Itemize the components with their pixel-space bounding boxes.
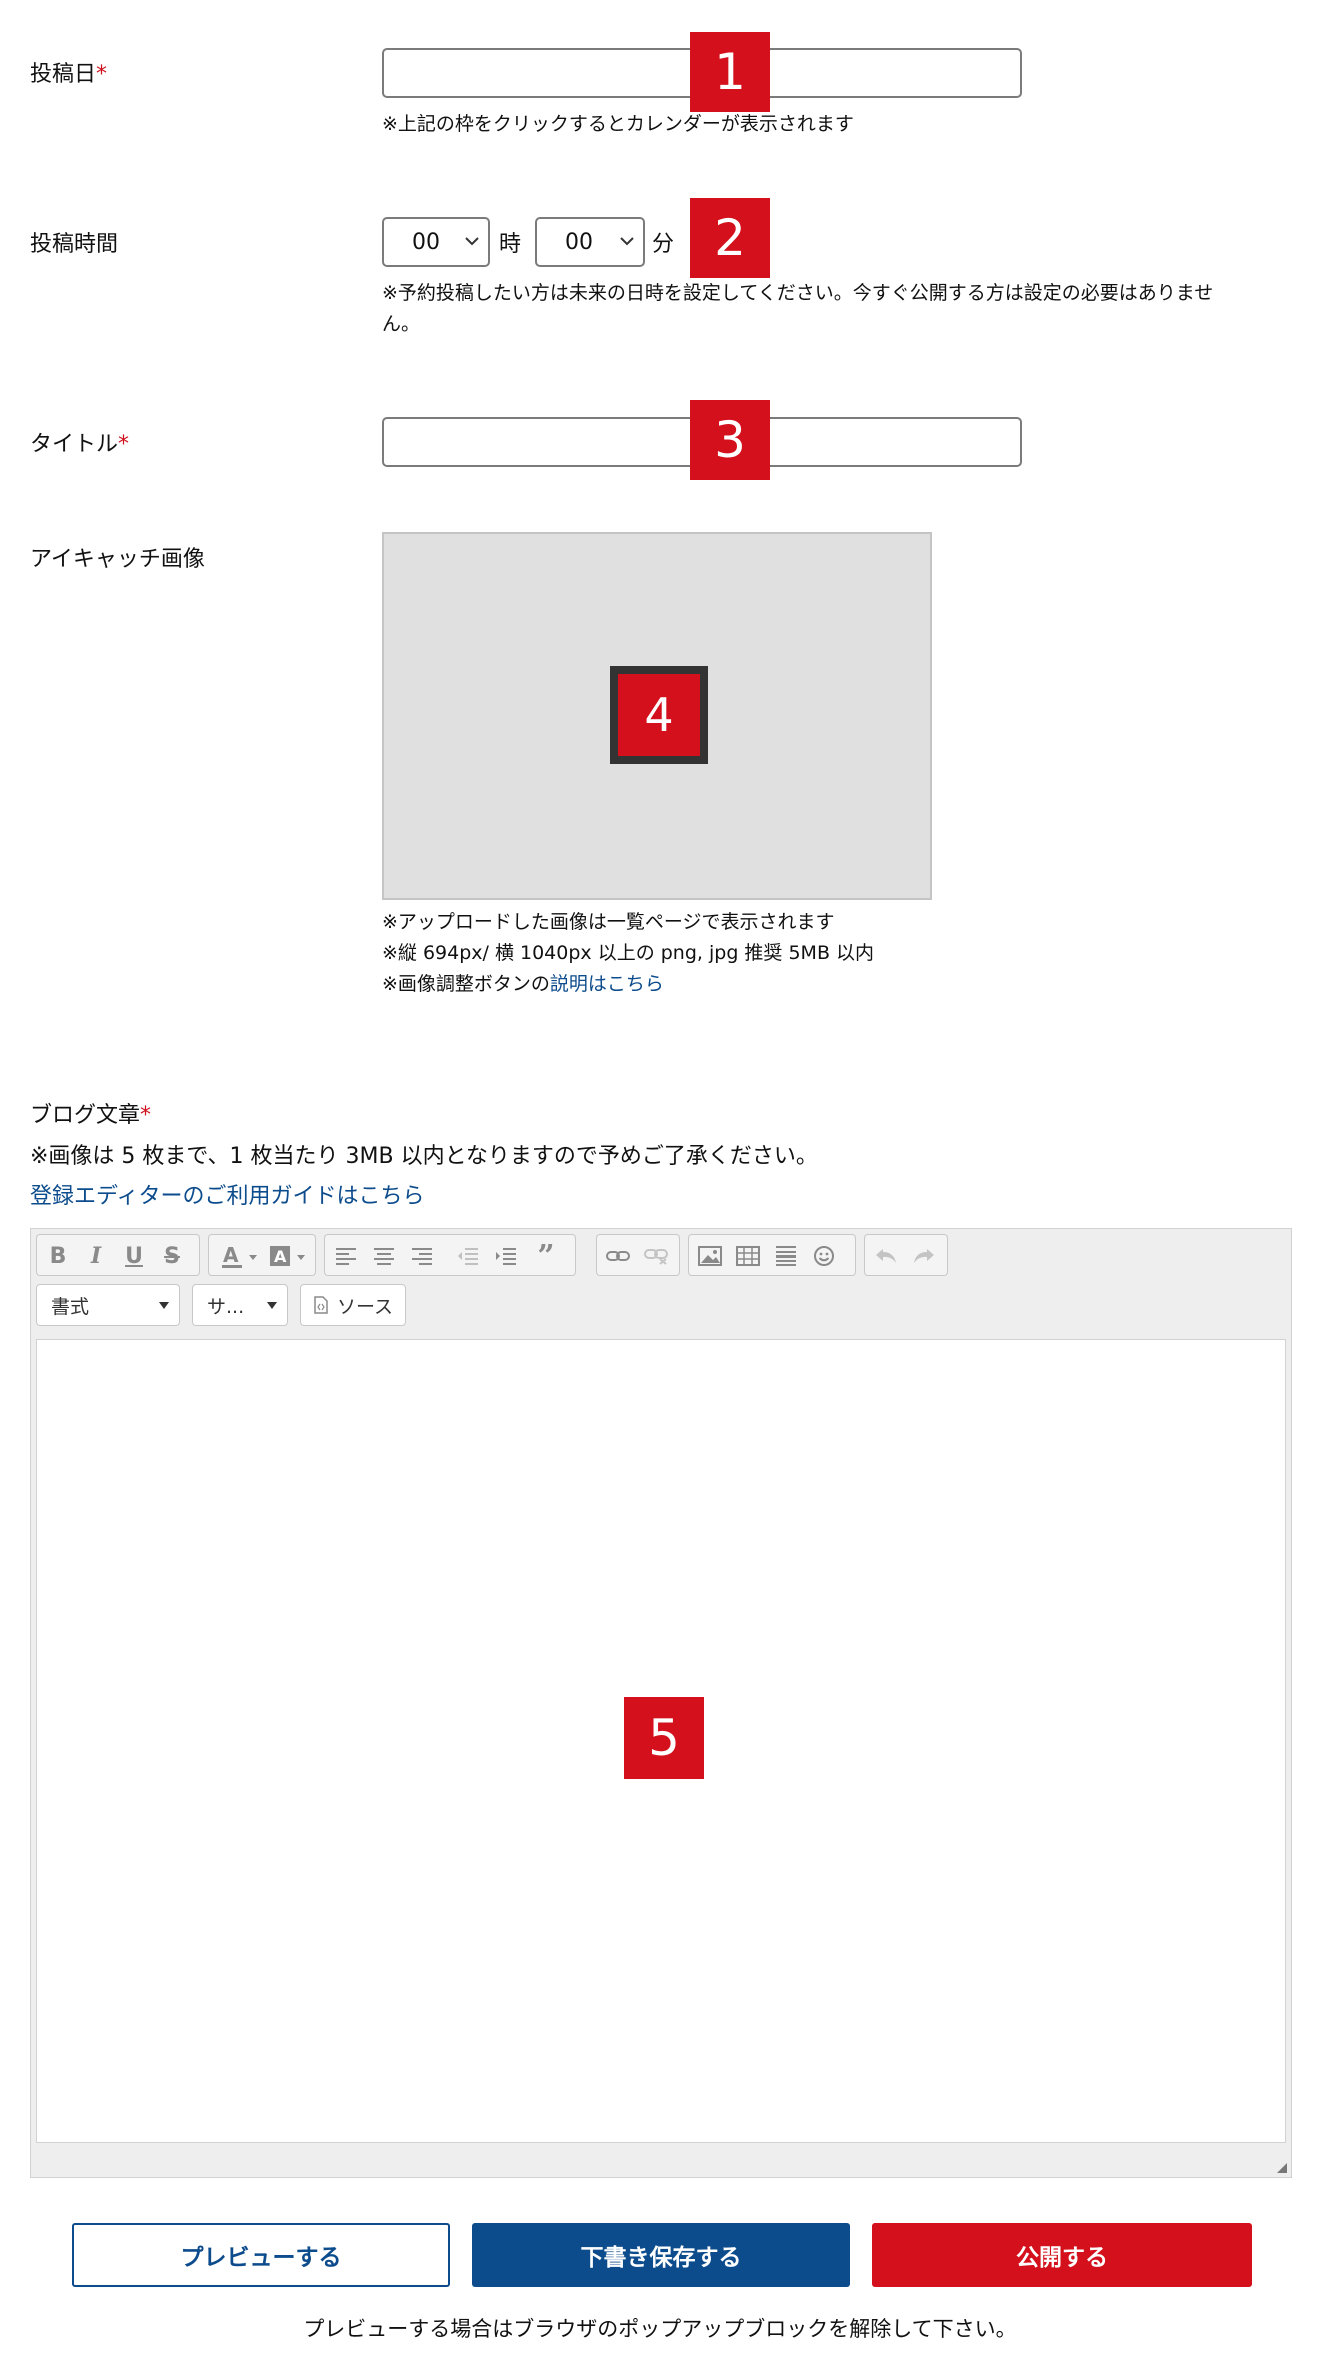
align-center-icon[interactable] xyxy=(369,1241,399,1271)
dropdown-arrow-icon xyxy=(159,1302,169,1309)
format-combo[interactable]: 書式 xyxy=(36,1284,180,1326)
eyecatch-upload-area[interactable]: 4 xyxy=(382,532,932,900)
editor-toolbar: B I U S A A ” xyxy=(36,1234,1286,1276)
marker-badge-4: 4 xyxy=(618,674,700,756)
popup-block-note: プレビューする場合はブラウザのポップアップブロックを解除して下さい。 xyxy=(303,2317,1017,2341)
chevron-down-icon xyxy=(465,237,479,246)
size-combo[interactable]: サ... xyxy=(192,1284,288,1326)
redo-icon[interactable] xyxy=(909,1241,939,1271)
link-icon[interactable] xyxy=(603,1241,633,1271)
eyecatch-note-1: ※アップロードした画像は一覧ページで表示されます xyxy=(382,911,835,933)
hour-unit: 時 xyxy=(499,232,522,257)
dropdown-arrow-icon xyxy=(267,1302,277,1309)
marker-badge-5: 5 xyxy=(624,1697,704,1779)
toolbar-group-basic: B I U S xyxy=(36,1234,200,1276)
italic-icon[interactable]: I xyxy=(81,1241,111,1271)
text-color-icon[interactable]: A xyxy=(217,1241,261,1271)
table-icon[interactable] xyxy=(733,1241,763,1271)
svg-text:A: A xyxy=(223,1243,239,1267)
image-icon[interactable] xyxy=(695,1241,725,1271)
align-left-icon[interactable] xyxy=(331,1241,361,1271)
marker-badge-2: 2 xyxy=(690,198,770,278)
body-label: ブログ文章* xyxy=(30,1103,152,1128)
source-label: ソース xyxy=(337,1295,394,1318)
indent-icon[interactable] xyxy=(491,1241,521,1271)
post-date-note: ※上記の枠をクリックするとカレンダーが表示されます xyxy=(382,113,854,135)
toolbar-group-paragraph: ” xyxy=(324,1234,576,1276)
save-draft-button[interactable]: 下書き保存する xyxy=(472,2223,850,2287)
image-adjust-help-link[interactable]: 説明はこちら xyxy=(550,973,664,995)
hour-select[interactable]: 00 xyxy=(382,217,490,267)
toolbar-group-color: A A xyxy=(208,1234,316,1276)
align-right-icon[interactable] xyxy=(407,1241,437,1271)
toolbar-group-history xyxy=(864,1234,948,1276)
svg-text:A: A xyxy=(274,1247,287,1266)
title-label: タイトル* xyxy=(30,432,130,457)
body-note: ※画像は 5 枚まで、1 枚当たり 3MB 以内となりますので予めご了承ください… xyxy=(30,1144,818,1169)
toolbar-group-links xyxy=(596,1234,680,1276)
blockquote-icon[interactable]: ” xyxy=(531,1239,561,1274)
editor-content-area[interactable]: 5 xyxy=(36,1339,1286,2143)
publish-button[interactable]: 公開する xyxy=(872,2223,1252,2287)
post-date-label: 投稿日* xyxy=(30,62,108,87)
strike-icon[interactable]: S xyxy=(157,1241,187,1271)
bold-icon[interactable]: B xyxy=(43,1241,73,1271)
toolbar-group-insert xyxy=(688,1234,856,1276)
minute-select[interactable]: 00 xyxy=(535,217,645,267)
post-time-note: ※予約投稿したい方は未来の日時を設定してください。今すぐ公開する方は設定の必要は… xyxy=(382,282,1214,335)
source-button[interactable]: ソース xyxy=(300,1284,406,1326)
bg-color-icon[interactable]: A xyxy=(265,1241,309,1271)
underline-icon[interactable]: U xyxy=(119,1241,149,1271)
eyecatch-note-3: ※画像調整ボタンの説明はこちら xyxy=(382,973,664,995)
marker-badge-1: 1 xyxy=(690,32,770,112)
format-combo-label: 書式 xyxy=(51,1295,90,1318)
rich-text-editor: B I U S A A ” 書式 サ... ソース 5 xyxy=(30,1228,1292,2178)
outdent-icon[interactable] xyxy=(453,1241,483,1271)
hour-value: 00 xyxy=(412,229,440,255)
eyecatch-notes: ※アップロードした画像は一覧ページで表示されます ※縦 694px/ 横 104… xyxy=(382,907,874,1000)
resize-handle-icon[interactable] xyxy=(1277,2163,1287,2173)
size-combo-label: サ... xyxy=(207,1295,245,1318)
undo-icon[interactable] xyxy=(871,1241,901,1271)
upload-image-button[interactable]: 4 xyxy=(610,666,708,764)
hr-icon[interactable] xyxy=(771,1241,801,1271)
source-icon xyxy=(314,1296,328,1314)
unlink-icon[interactable] xyxy=(641,1241,671,1271)
eyecatch-label: アイキャッチ画像 xyxy=(30,547,205,572)
chevron-down-icon xyxy=(620,237,634,246)
emoji-icon[interactable] xyxy=(809,1241,839,1271)
editor-guide-link[interactable]: 登録エディターのご利用ガイドはこちら xyxy=(30,1178,424,1210)
eyecatch-note-2: ※縦 694px/ 横 1040px 以上の png, jpg 推奨 5MB 以… xyxy=(382,942,875,964)
preview-button[interactable]: プレビューする xyxy=(72,2223,450,2287)
minute-value: 00 xyxy=(565,229,593,255)
post-time-label: 投稿時間 xyxy=(30,232,119,257)
minute-unit: 分 xyxy=(652,232,675,257)
marker-badge-3: 3 xyxy=(690,400,770,480)
